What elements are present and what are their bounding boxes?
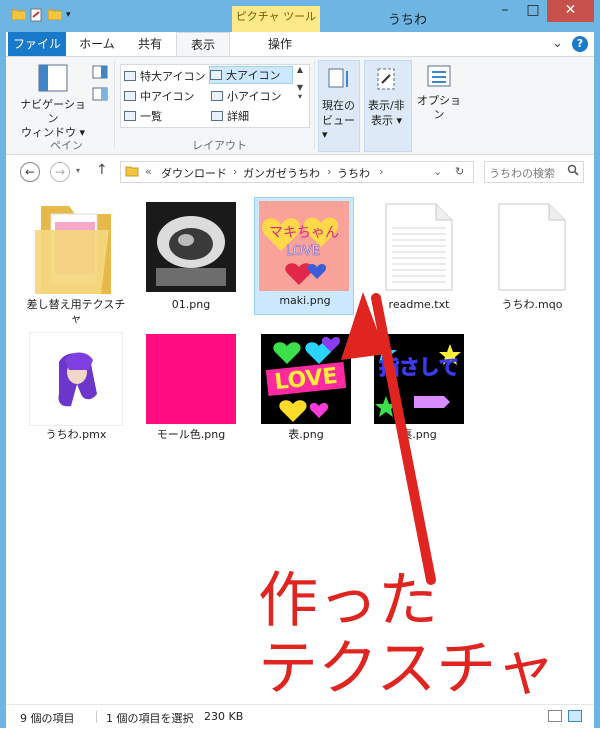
breadcrumb-gangaze[interactable]: ガンガゼうちわ [243, 165, 320, 181]
layout-large-icons[interactable]: 大アイコン [209, 66, 293, 84]
tab-home[interactable]: ホーム [70, 32, 124, 56]
show-hide-icon [377, 68, 395, 90]
details-icon [211, 111, 223, 121]
layout-item-label: 中アイコン [140, 90, 195, 103]
search-box[interactable]: うちわの検索 [484, 161, 584, 183]
annotation-text-line2: テクスチャ [258, 634, 556, 704]
close-button[interactable]: ✕ [547, 0, 594, 22]
address-dropdown-icon[interactable]: ⌄ [433, 165, 442, 178]
breadcrumb-separator: › [379, 165, 384, 178]
layout-details[interactable]: 詳細 [211, 107, 295, 125]
file-list: 差し替え用テクスチ ャ 01.png マキちゃん LOVE maki.png r… [6, 190, 594, 704]
picture-tools-context-tab: ピクチャ ツール [232, 6, 320, 32]
show-hide-label-2: 表示 ▾ [371, 114, 403, 127]
options-label: オプション [417, 94, 461, 121]
quick-access-toolbar: ▾ [11, 8, 78, 22]
folder-icon [125, 164, 139, 181]
ribbon: ナビゲーション ウィンドウ ▾ ペイン 特大アイコン 大アイコン 中アイコン 小… [6, 57, 594, 155]
layout-gallery: 特大アイコン 大アイコン 中アイコン 小アイコン 一覧 詳細 ▲ ▼ ▾ [120, 64, 310, 128]
properties-icon[interactable] [30, 8, 42, 22]
address-row: ← → ▾ ↑ « ダウンロード › ガンガゼうちわ › うちわ › ⌄ ↻ う… [6, 158, 594, 188]
recent-locations-icon[interactable]: ▾ [76, 166, 80, 175]
current-view-label-1: 現在の [322, 99, 355, 112]
layout-item-label: 特大アイコン [140, 70, 206, 83]
breadcrumb-separator: › [327, 165, 332, 178]
layout-medium-icons[interactable]: 中アイコン [124, 87, 208, 105]
medium-icons-icon [124, 91, 136, 101]
layout-small-icons[interactable]: 小アイコン [211, 87, 295, 105]
search-icon[interactable] [567, 164, 579, 179]
layout-list[interactable]: 一覧 [124, 107, 208, 125]
breadcrumb-downloads[interactable]: ダウンロード [161, 165, 227, 181]
layout-extra-large-icons[interactable]: 特大アイコン [124, 67, 208, 85]
tab-file[interactable]: ファイル [8, 32, 66, 56]
folder-icon[interactable] [11, 8, 27, 22]
preview-pane-icon[interactable] [92, 65, 108, 82]
address-bar[interactable]: « ダウンロード › ガンガゼうちわ › うちわ › ⌄ ↻ [120, 161, 474, 183]
extra-large-icons-icon [124, 71, 136, 81]
layout-item-label: 小アイコン [227, 90, 282, 103]
breadcrumb-uchiwa[interactable]: うちわ [337, 165, 370, 181]
small-icons-icon [211, 91, 223, 101]
ribbon-divider [314, 61, 315, 149]
options-icon [427, 65, 451, 87]
breadcrumb-overflow[interactable]: « [145, 165, 152, 178]
window-title: うちわ [388, 13, 428, 28]
show-hide-label-1: 表示/非 [368, 99, 405, 112]
details-view-icon[interactable] [548, 710, 562, 722]
maximize-button[interactable]: □ [519, 0, 547, 22]
breadcrumb-separator: › [233, 165, 238, 178]
explorer-window: ▾ ピクチャ ツール うちわ – □ ✕ ファイル ホーム 共有 表示 操作 ⌄… [0, 0, 600, 729]
details-pane-icon[interactable] [92, 87, 108, 104]
ribbon-divider [114, 61, 115, 149]
large-icons-view-icon[interactable] [568, 710, 582, 722]
refresh-icon[interactable]: ↻ [455, 165, 464, 178]
nav-pane-label-1: ナビゲーション [20, 98, 86, 125]
new-folder-icon[interactable] [47, 8, 63, 22]
layout-item-label: 詳細 [227, 110, 249, 123]
layout-item-label: 大アイコン [226, 69, 281, 82]
navigation-pane-button[interactable]: ナビゲーション ウィンドウ ▾ [18, 63, 88, 140]
forward-button[interactable]: → [50, 162, 70, 182]
expand-ribbon-icon[interactable]: ⌄ [552, 36, 563, 51]
selection-size: 230 KB [204, 710, 244, 723]
layout-item-label: 一覧 [140, 110, 162, 123]
current-view-button[interactable]: 現在の ビュー ▾ [318, 60, 360, 152]
large-icons-icon [210, 70, 222, 80]
options-button[interactable]: オプション [414, 63, 464, 122]
list-icon [124, 111, 136, 121]
pane-group-label: ペイン [50, 139, 83, 152]
status-divider [96, 711, 97, 723]
help-icon[interactable]: ? [572, 36, 588, 52]
ribbon-tabs: ファイル ホーム 共有 表示 操作 ⌄ ? [6, 32, 594, 57]
tab-manage[interactable]: 操作 [252, 32, 308, 56]
customize-qat-icon[interactable]: ▾ [66, 8, 78, 22]
tab-share[interactable]: 共有 [128, 32, 172, 56]
up-arrow-icon[interactable]: ↑ [96, 162, 108, 178]
selection-count: 1 個の項目を選択 [106, 712, 194, 725]
search-input[interactable]: うちわの検索 [489, 165, 555, 181]
layout-group-label: レイアウト [192, 139, 247, 152]
minimize-button[interactable]: – [491, 0, 519, 22]
layout-gallery-scroll[interactable]: ▲ ▼ ▾ [293, 65, 307, 125]
back-button[interactable]: ← [20, 162, 40, 182]
tab-view[interactable]: 表示 [176, 32, 230, 56]
status-bar: 9 個の項目 1 個の項目を選択 230 KB [6, 704, 594, 729]
navigation-pane-icon [38, 64, 68, 92]
current-view-label-2: ビュー ▾ [322, 114, 355, 141]
sort-icon [328, 68, 348, 88]
title-bar: ▾ ピクチャ ツール うちわ – □ ✕ [6, 0, 594, 32]
show-hide-button[interactable]: 表示/非 表示 ▾ [364, 60, 412, 152]
item-count: 9 個の項目 [20, 712, 75, 725]
annotation-text-line1: 作った [258, 566, 438, 636]
